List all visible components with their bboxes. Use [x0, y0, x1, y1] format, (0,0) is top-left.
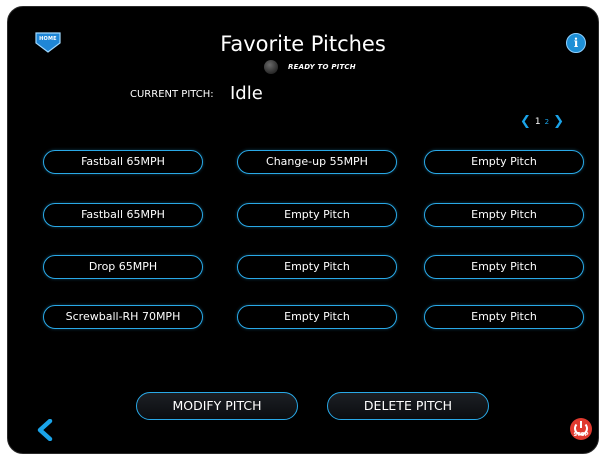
- app-screen: HOME i Favorite Pitches READY TO PITCH C…: [7, 6, 599, 454]
- pitch-button[interactable]: Empty Pitch: [424, 305, 584, 329]
- delete-pitch-button[interactable]: DELETE PITCH: [327, 392, 489, 420]
- chevron-left-icon[interactable]: [36, 418, 54, 442]
- pitch-button[interactable]: Empty Pitch: [237, 255, 397, 279]
- pager: ❮ 1 2 ❯: [520, 115, 564, 128]
- pitch-button[interactable]: Screwball-RH 70MPH: [43, 305, 203, 329]
- pitch-button[interactable]: Empty Pitch: [424, 203, 584, 227]
- current-pitch-label: CURRENT PITCH:: [130, 89, 214, 100]
- page-2-link[interactable]: 2: [545, 118, 549, 126]
- power-stop-icon[interactable]: STOP: [569, 417, 593, 441]
- status-led-icon: [264, 60, 278, 74]
- pitch-button[interactable]: Empty Pitch: [424, 150, 584, 174]
- pitch-button[interactable]: Empty Pitch: [424, 255, 584, 279]
- pitch-button[interactable]: Fastball 65MPH: [43, 150, 203, 174]
- current-pitch-value: Idle: [230, 83, 263, 104]
- page-1-link[interactable]: 1: [535, 117, 541, 127]
- pitch-button[interactable]: Empty Pitch: [237, 305, 397, 329]
- pitch-grid: Fastball 65MPH Change-up 55MPH Empty Pit…: [43, 150, 585, 340]
- status-text: READY TO PITCH: [288, 63, 356, 71]
- page-title: Favorite Pitches: [220, 32, 386, 56]
- stop-label: STOP: [573, 432, 589, 438]
- pitch-button[interactable]: Empty Pitch: [237, 203, 397, 227]
- pitch-button[interactable]: Change-up 55MPH: [237, 150, 397, 174]
- pitch-button[interactable]: Fastball 65MPH: [43, 203, 203, 227]
- pitch-status: READY TO PITCH: [264, 60, 356, 74]
- pitch-button[interactable]: Drop 65MPH: [43, 255, 203, 279]
- modify-pitch-button[interactable]: MODIFY PITCH: [136, 392, 298, 420]
- page-prev-icon[interactable]: ❮: [520, 115, 531, 128]
- page-next-icon[interactable]: ❯: [553, 115, 564, 128]
